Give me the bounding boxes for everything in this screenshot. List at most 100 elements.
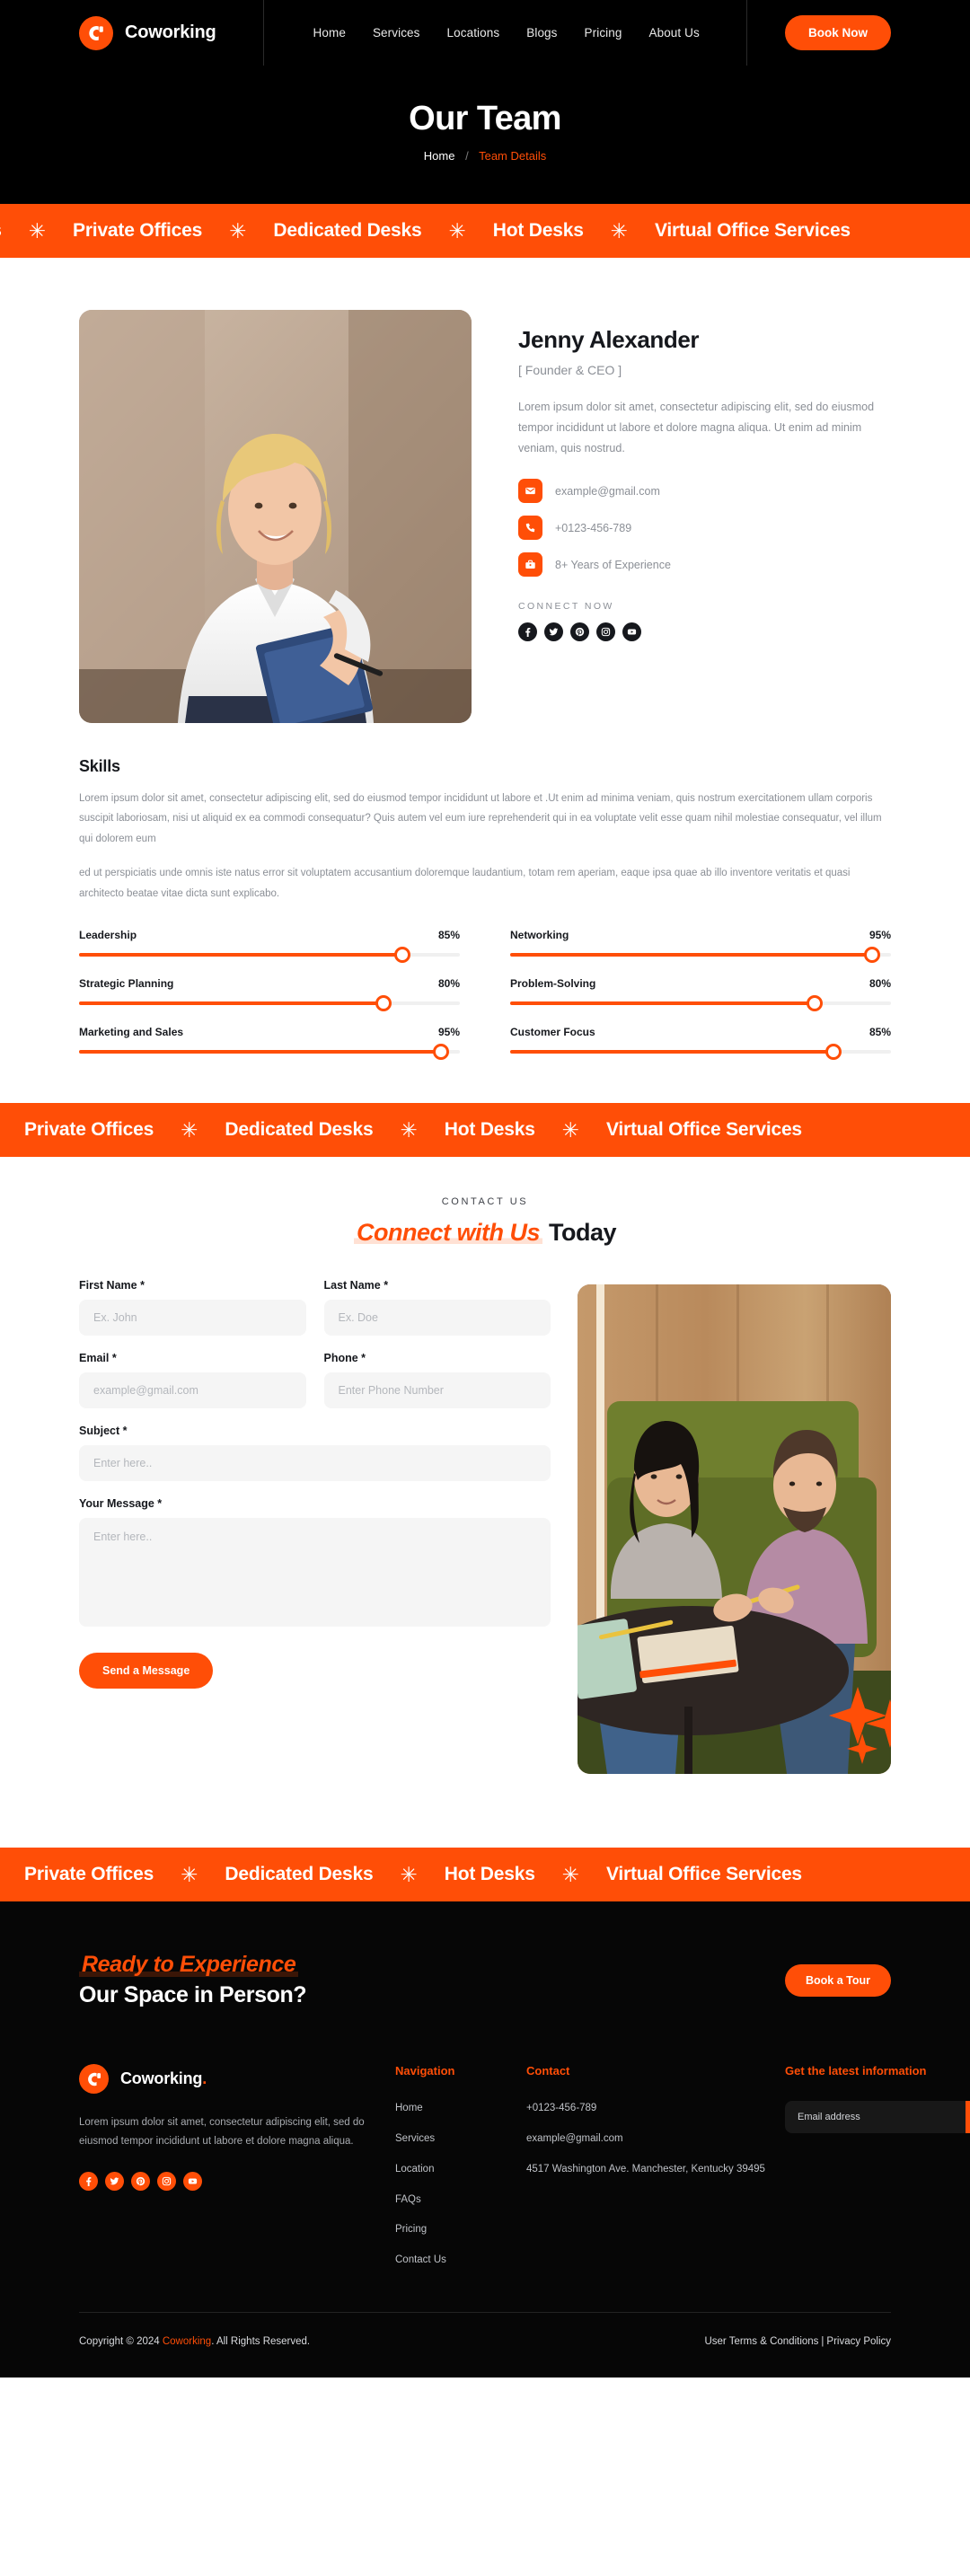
book-now-button[interactable]: Book Now: [785, 15, 891, 50]
skill-value: 95%: [869, 929, 891, 942]
skill-track: [510, 947, 891, 964]
skill-fill: [510, 995, 824, 1012]
services-marquee-middle: Meeting Rooms ✳ Private Offices ✳ Dedica…: [0, 1103, 970, 1158]
facebook-icon[interactable]: [79, 2171, 98, 2191]
skill-track: [510, 1044, 891, 1061]
message-textarea[interactable]: [79, 1518, 551, 1628]
marquee-item: Meeting Rooms: [0, 220, 2, 242]
nav-item-pricing[interactable]: Pricing: [585, 26, 622, 40]
contact-row-phone[interactable]: +0123-456-789: [518, 516, 891, 541]
youtube-icon[interactable]: [622, 622, 641, 642]
asterisk-star-icon: ✳: [448, 218, 466, 243]
skill-knob[interactable]: [825, 1044, 842, 1061]
coworking-logo-icon: [79, 2064, 109, 2095]
facebook-icon[interactable]: [518, 622, 537, 642]
skill-fill: [79, 1044, 449, 1061]
footer-link-pricing[interactable]: Pricing: [395, 2222, 526, 2238]
skill-knob[interactable]: [394, 947, 411, 964]
first-name-label: First Name *: [79, 1279, 145, 1292]
asterisk-star-icon: ✳: [610, 218, 628, 243]
footer-link-home[interactable]: Home: [395, 2101, 526, 2117]
footer-link-services[interactable]: Services: [395, 2131, 526, 2148]
phone-icon: [518, 516, 542, 541]
skill-bar-problem-solving: Problem-Solving 80%: [510, 977, 891, 1012]
skill-knob[interactable]: [863, 947, 880, 964]
nav-item-locations[interactable]: Locations: [447, 26, 500, 40]
marquee-item: Virtual Office Services: [605, 1119, 802, 1141]
send-message-button[interactable]: Send a Message: [79, 1653, 214, 1689]
marquee-item: Private Offices: [24, 1119, 154, 1141]
cta-line-1: Ready to Experience: [79, 1952, 299, 1979]
field-first-name: First Name *: [79, 1279, 306, 1337]
nav-item-about-us[interactable]: About Us: [648, 26, 699, 40]
skills-heading: Skills: [79, 757, 120, 775]
footer-newsletter-column: Get the latest information: [785, 2064, 970, 2134]
phone-input[interactable]: [323, 1372, 551, 1409]
marquee-item: Private Offices: [24, 1864, 154, 1885]
skill-knob[interactable]: [432, 1044, 449, 1061]
skill-knob[interactable]: [375, 995, 392, 1012]
field-message: Your Message *: [79, 1497, 551, 1631]
marquee-item: Hot Desks: [444, 1119, 535, 1141]
skill-bar-networking: Networking 95%: [510, 929, 891, 964]
footer-link-faqs[interactable]: FAQs: [395, 2192, 526, 2209]
instagram-icon[interactable]: [157, 2171, 176, 2191]
breadcrumb-home[interactable]: Home: [424, 149, 455, 163]
contact-photo: [578, 1284, 891, 1775]
footer-brand-logo[interactable]: Coworking.: [79, 2064, 395, 2095]
skill-knob[interactable]: [807, 995, 824, 1012]
message-label: Your Message *: [79, 1497, 163, 1511]
cta-text: Ready to Experience Our Space in Person?: [79, 1952, 307, 2008]
footer-contact-heading: Contact: [526, 2064, 570, 2078]
footer-navigation-column: Navigation Home Services Location FAQs P…: [395, 2064, 526, 2269]
footer-link-location[interactable]: Location: [395, 2162, 526, 2178]
member-social-links: [518, 622, 891, 642]
footer-link-contact-us[interactable]: Contact Us: [395, 2253, 526, 2269]
pinterest-icon[interactable]: [131, 2171, 150, 2191]
marquee-item: Dedicated Desks: [225, 1119, 374, 1141]
marquee-item: Dedicated Desks: [273, 220, 422, 241]
footer-nav-heading: Navigation: [395, 2064, 455, 2078]
footer-legal-links: User Terms & Conditions | Privacy Policy: [704, 2336, 891, 2347]
privacy-policy-link[interactable]: Privacy Policy: [826, 2336, 891, 2347]
pinterest-icon[interactable]: [570, 622, 589, 642]
skill-fill: [79, 995, 392, 1012]
top-navigation-bar: Coworking Home Services Locations Blogs …: [0, 0, 970, 66]
footer-contact-email[interactable]: example@gmail.com: [526, 2131, 785, 2148]
copyright-brand: Coworking: [162, 2335, 212, 2347]
member-bio: Lorem ipsum dolor sit amet, consectetur …: [518, 401, 875, 455]
newsletter-email-input[interactable]: [785, 2101, 966, 2134]
footer-columns: Coworking. Lorem ipsum dolor sit amet, c…: [79, 2064, 970, 2269]
skill-bar-leadership: Leadership 85%: [79, 929, 460, 964]
phone-label: Phone *: [323, 1352, 366, 1365]
brand-logo[interactable]: Coworking: [79, 15, 216, 50]
member-role: [ Founder & CEO ]: [518, 363, 622, 377]
envelope-icon: [518, 479, 542, 504]
book-a-tour-button[interactable]: Book a Tour: [785, 1963, 891, 1997]
last-name-input[interactable]: [323, 1300, 551, 1337]
twitter-icon[interactable]: [544, 622, 563, 642]
nav-item-home[interactable]: Home: [313, 26, 346, 40]
nav-item-blogs[interactable]: Blogs: [526, 26, 557, 40]
twitter-icon[interactable]: [105, 2171, 124, 2191]
user-terms-link[interactable]: User Terms & Conditions: [704, 2336, 818, 2347]
services-marquee-top: Meeting Rooms ✳ Private Offices ✳ Dedica…: [0, 204, 970, 258]
nav-item-services[interactable]: Services: [373, 26, 420, 40]
marquee-track: Meeting Rooms ✳ Private Offices ✳ Dedica…: [0, 1119, 802, 1141]
first-name-input[interactable]: [79, 1300, 306, 1337]
skill-bar-marketing-and-sales: Marketing and Sales 95%: [79, 1026, 460, 1061]
contact-row-email[interactable]: example@gmail.com: [518, 479, 891, 504]
skill-track: [79, 995, 460, 1012]
field-phone: Phone *: [323, 1352, 551, 1409]
youtube-icon[interactable]: [183, 2171, 202, 2191]
email-input[interactable]: [79, 1372, 306, 1409]
briefcase-icon: [518, 552, 542, 578]
subject-input[interactable]: [79, 1445, 551, 1482]
skill-label: Customer Focus: [510, 1026, 595, 1039]
newsletter-submit-button[interactable]: [966, 2101, 970, 2134]
instagram-icon[interactable]: [596, 622, 615, 642]
member-info: Jenny Alexander [ Founder & CEO ] Lorem …: [518, 310, 891, 642]
footer-contact-phone[interactable]: +0123-456-789: [526, 2101, 785, 2117]
footer-description: Lorem ipsum dolor sit amet, consectetur …: [79, 2117, 365, 2148]
header-divider-left: [262, 0, 264, 66]
